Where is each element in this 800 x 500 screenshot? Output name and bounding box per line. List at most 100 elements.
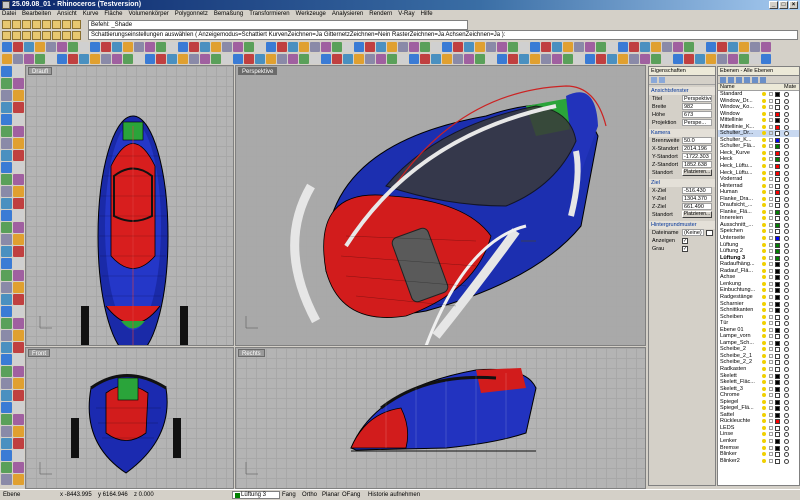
layer-lock-icon[interactable] [769, 412, 773, 417]
layer-visible-icon[interactable] [762, 419, 766, 424]
render-tool-icon[interactable] [1, 438, 12, 449]
explode-tool-icon[interactable] [156, 54, 166, 64]
layer-color-swatch[interactable] [775, 419, 780, 425]
layer-visible-icon[interactable] [762, 268, 766, 273]
maximize-button[interactable]: □ [779, 1, 788, 9]
layer-name[interactable]: Blinker [720, 451, 760, 458]
rotate-tool-icon[interactable] [266, 42, 276, 52]
viewport-label-right[interactable]: Rechts [238, 349, 265, 357]
column-material[interactable]: Mate [784, 84, 796, 90]
fillet-tool-icon[interactable] [464, 54, 474, 64]
menu-item[interactable]: Bemaßung [214, 10, 243, 19]
layer-visible-icon[interactable] [762, 308, 766, 313]
snap-toggle[interactable]: Fang [282, 490, 296, 500]
line-tool-icon[interactable] [13, 258, 24, 269]
layer-lock-icon[interactable] [769, 144, 773, 149]
osnap-tool-icon[interactable] [1, 234, 12, 245]
sphere-tool-icon[interactable] [1, 150, 12, 161]
box-tool-icon[interactable] [13, 138, 24, 149]
shade-tool-icon[interactable] [618, 54, 628, 64]
scale-tool-icon[interactable] [13, 402, 24, 413]
layer-color-swatch[interactable] [775, 432, 780, 438]
circle-tool-icon[interactable] [673, 54, 683, 64]
layer-material-icon[interactable] [784, 98, 789, 104]
layer-lock-icon[interactable] [769, 229, 773, 234]
layer-lock-icon[interactable] [769, 262, 773, 267]
layer-name[interactable]: Flanke_Dra... [720, 196, 760, 203]
osnap-tool-icon[interactable] [585, 54, 595, 64]
command-prompt[interactable]: Schattierungseinstellungen auswählen ( A… [88, 30, 798, 40]
layer-visible-icon[interactable] [762, 406, 766, 411]
layer-material-icon[interactable] [784, 131, 789, 137]
layer-lock-icon[interactable] [769, 327, 773, 332]
layer-name[interactable]: Mittellinie [720, 117, 760, 124]
layer-color-swatch[interactable] [775, 255, 780, 261]
record-history-toggle[interactable]: Historie aufnehmen [368, 490, 420, 500]
boolean-tool-icon[interactable] [530, 42, 540, 52]
undo-icon[interactable] [12, 30, 21, 40]
layer-name[interactable]: Flanke_Flä... [720, 209, 760, 216]
mirror-tool-icon[interactable] [288, 42, 298, 52]
layer-visible-icon[interactable] [762, 196, 766, 201]
extrude-tool-icon[interactable] [24, 54, 34, 64]
mirror-tool-icon[interactable] [1, 414, 12, 425]
import-icon[interactable] [42, 20, 51, 29]
layer-name[interactable]: Bremse [720, 445, 760, 452]
circle-tool-icon[interactable] [1, 90, 12, 101]
zoom-icon[interactable] [52, 30, 61, 40]
layer-name[interactable]: Heck_Kurve [720, 150, 760, 157]
rectangle-tool-icon[interactable] [695, 54, 705, 64]
layer-color-swatch[interactable] [775, 412, 780, 418]
layer-lock-icon[interactable] [769, 445, 773, 450]
layer-name[interactable]: Lenkung [720, 281, 760, 288]
polyline-tool-icon[interactable] [651, 54, 661, 64]
layer-name[interactable]: Human [720, 189, 760, 196]
trim-tool-icon[interactable] [200, 42, 210, 52]
layer-color-swatch[interactable] [775, 275, 780, 281]
layer-color-swatch[interactable] [775, 170, 780, 176]
layer-color-swatch[interactable] [775, 236, 780, 242]
open-file-icon[interactable] [12, 20, 21, 29]
layer-material-icon[interactable] [784, 111, 789, 117]
layer-material-icon[interactable] [784, 308, 789, 314]
layer-lock-icon[interactable] [769, 432, 773, 437]
layer-visible-icon[interactable] [762, 438, 766, 443]
arc-tool-icon[interactable] [409, 42, 419, 52]
viewport-label-top[interactable]: Draufl [28, 67, 53, 75]
layer-color-swatch[interactable] [775, 105, 780, 111]
layer-material-icon[interactable] [784, 236, 789, 242]
section-target[interactable]: Ziel [649, 179, 715, 187]
layer-name[interactable]: Window_Ko... [720, 104, 760, 111]
layer-visible-icon[interactable] [762, 111, 766, 116]
layer-color-swatch[interactable] [775, 321, 780, 327]
layer-name[interactable]: Schnittkanten [720, 307, 760, 314]
sweep-tool-icon[interactable] [750, 54, 760, 64]
line-tool-icon[interactable] [365, 42, 375, 52]
layer-visible-icon[interactable] [762, 353, 766, 358]
layer-name[interactable]: Window [720, 111, 760, 118]
layer-color-swatch[interactable] [775, 144, 780, 150]
layer-material-icon[interactable] [784, 268, 789, 274]
sphere-tool-icon[interactable] [431, 54, 441, 64]
layer-name[interactable]: Mittellinie_K... [720, 124, 760, 131]
line-tool-icon[interactable] [13, 66, 24, 77]
layer-visible-icon[interactable] [762, 301, 766, 306]
layer-material-icon[interactable] [784, 340, 789, 346]
cylinder-tool-icon[interactable] [442, 54, 452, 64]
layer-material-icon[interactable] [784, 92, 789, 97]
layer-color-swatch[interactable] [775, 380, 780, 386]
layer-color-swatch[interactable] [775, 268, 780, 274]
rotate-tool-icon[interactable] [541, 54, 551, 64]
polygon-tool-icon[interactable] [79, 42, 89, 52]
layer-lock-icon[interactable] [769, 353, 773, 358]
polygon-tool-icon[interactable] [354, 54, 364, 64]
layer-visible-icon[interactable] [762, 458, 766, 463]
focal-field[interactable]: 50.0 [682, 137, 712, 144]
layer-lock-icon[interactable] [769, 366, 773, 371]
layer-lock-icon[interactable] [769, 308, 773, 313]
explode-tool-icon[interactable] [13, 378, 24, 389]
arc-tool-icon[interactable] [13, 90, 24, 101]
layer-color-swatch[interactable] [775, 438, 780, 444]
sweep-tool-icon[interactable] [13, 318, 24, 329]
layer-material-icon[interactable] [784, 288, 789, 294]
